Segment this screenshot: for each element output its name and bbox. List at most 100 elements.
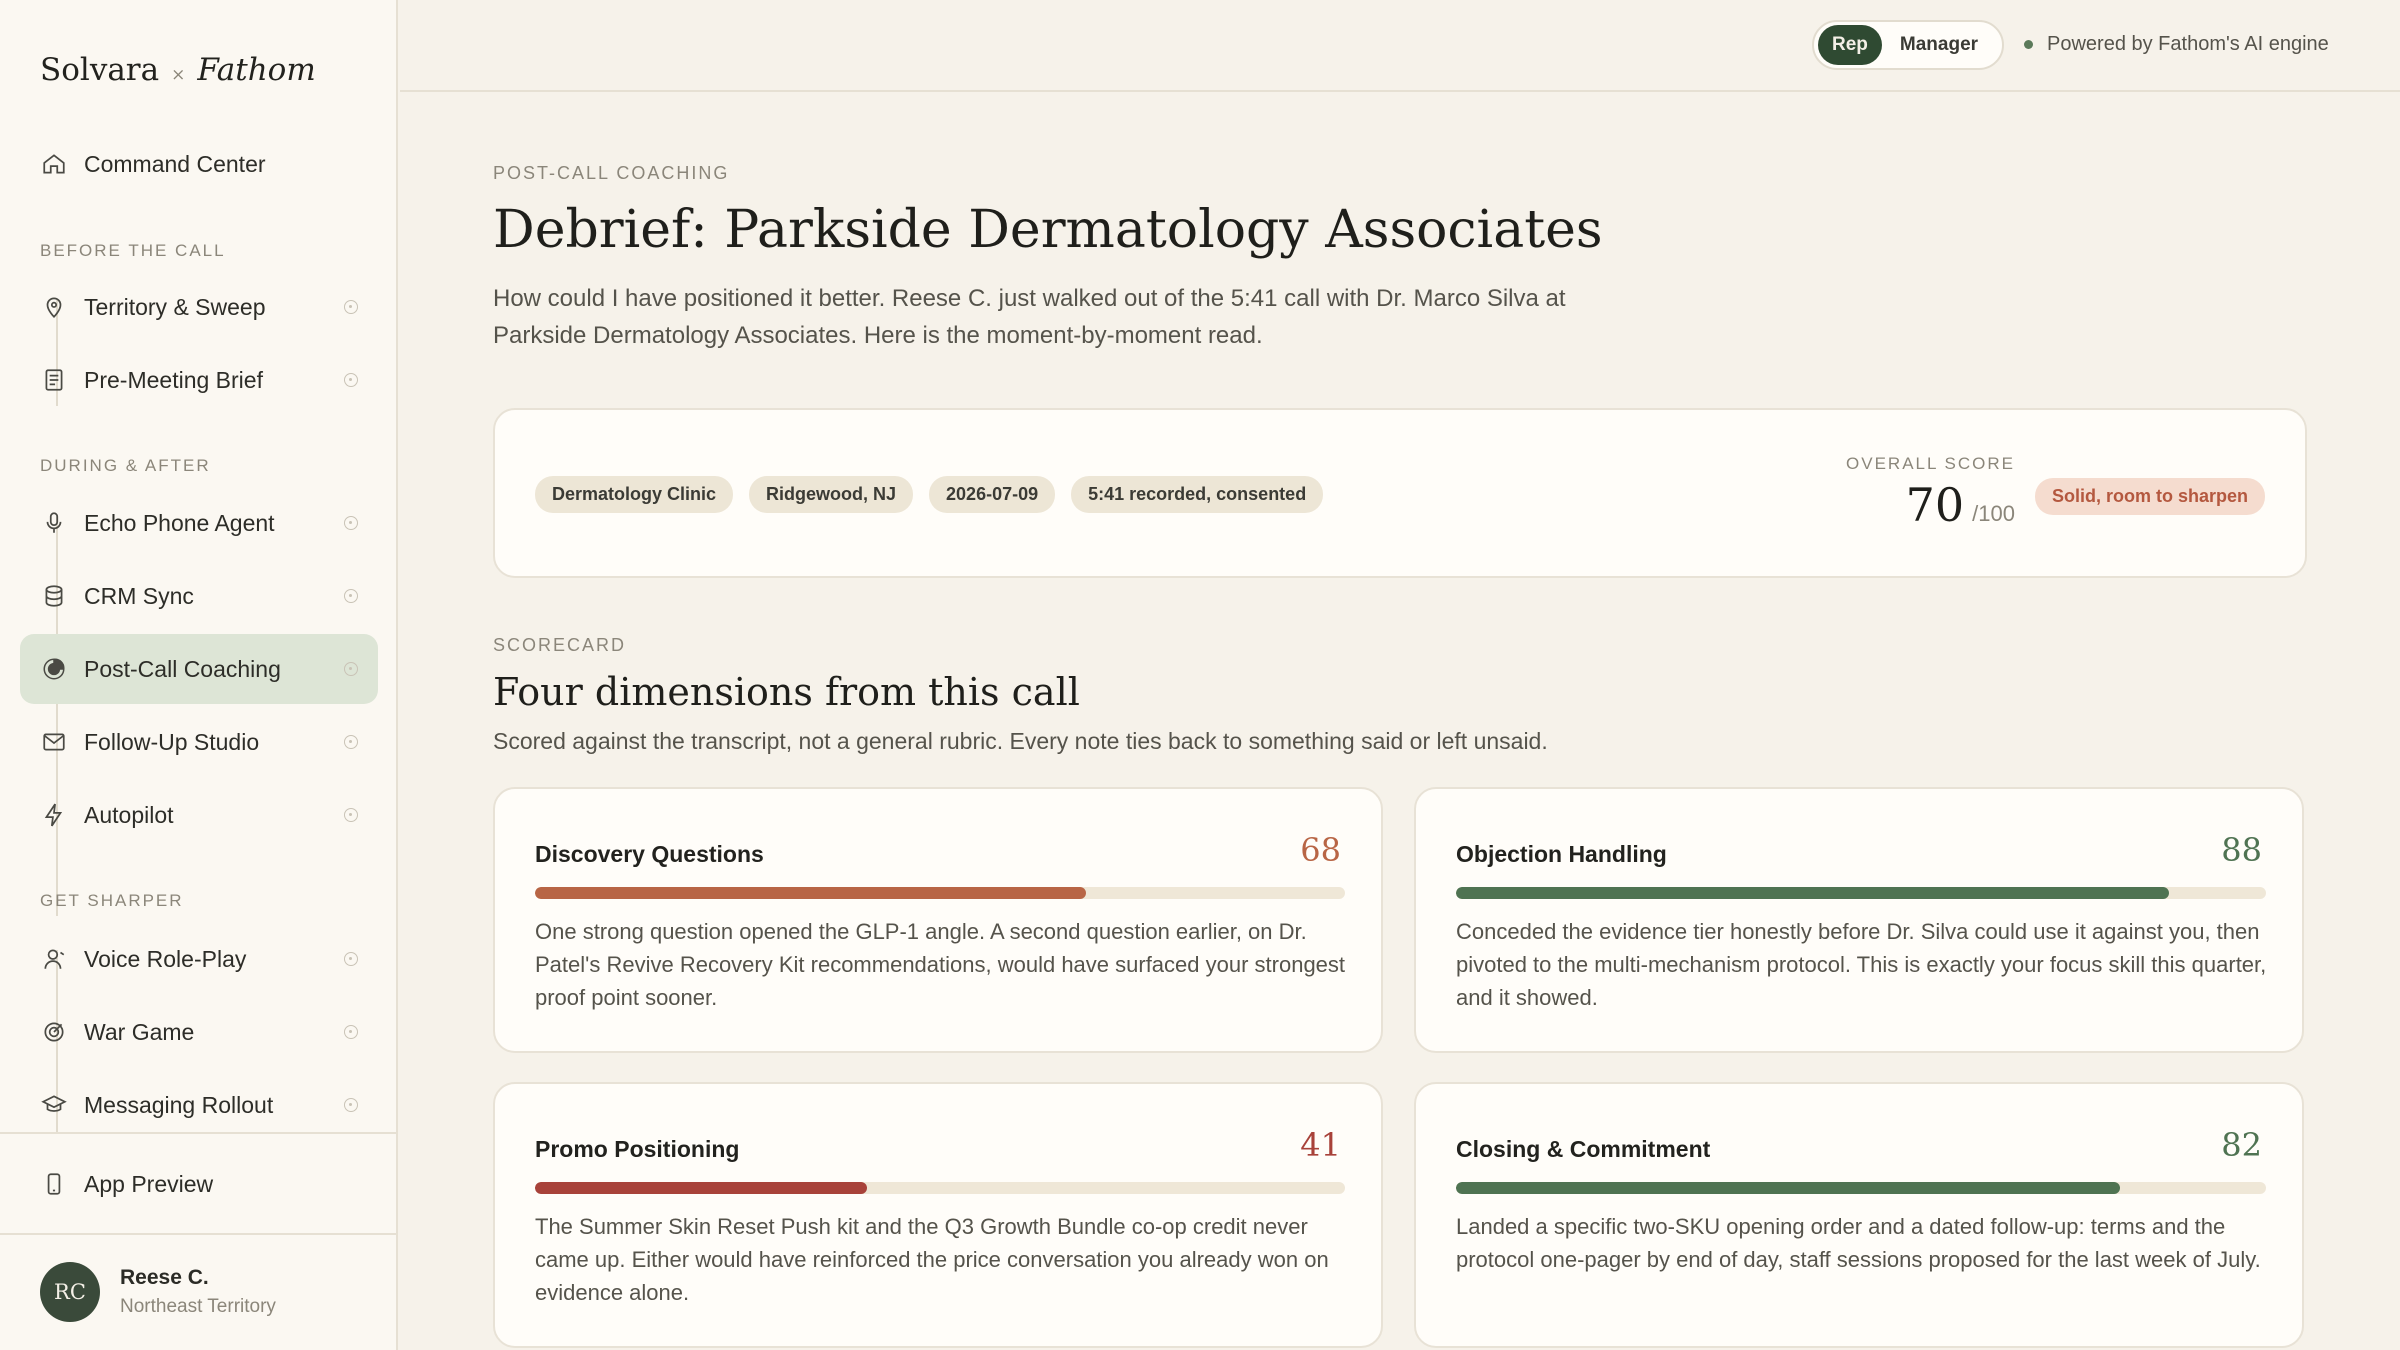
card-score: 88 <box>2221 831 2262 869</box>
score-card-discovery: Discovery Questions 68 One strong questi… <box>493 787 1383 1053</box>
sidebar-item-label: Voice Role-Play <box>84 945 247 972</box>
sidebar-item-post-call-coaching[interactable]: Post-Call Coaching <box>20 634 378 704</box>
avatar: RC <box>40 1262 100 1322</box>
card-score: 82 <box>2221 1126 2262 1164</box>
page-intro: How could I have positioned it better. R… <box>493 285 1566 349</box>
sidebar-divider <box>0 1132 398 1134</box>
chip-specialty: Dermatology Clinic <box>535 476 734 513</box>
brand-separator: × <box>171 65 186 85</box>
pie-chart-icon <box>40 655 68 683</box>
status-dot-icon <box>344 952 358 966</box>
chip-location: Ridgewood, NJ <box>749 476 914 513</box>
brand-name-solvara: Solvara <box>40 52 160 88</box>
sidebar-item-autopilot[interactable]: Autopilot <box>20 780 378 850</box>
document-icon <box>40 366 68 394</box>
sidebar-item-app-preview[interactable]: App Preview <box>20 1149 378 1219</box>
phone-icon <box>40 1170 68 1198</box>
score-card-objection: Objection Handling 88 Conceded the evide… <box>1414 787 2304 1053</box>
score-bar-fill <box>535 887 1086 899</box>
role-toggle-rep[interactable]: Rep <box>1818 25 1882 65</box>
status-dot-icon <box>344 735 358 749</box>
top-bar: Rep Manager Powered by Fathom's AI engin… <box>400 0 2400 92</box>
card-title: Objection Handling <box>1456 841 1667 867</box>
sidebar-divider <box>0 1233 398 1235</box>
status-dot-icon <box>344 1098 358 1112</box>
score-bar <box>535 1182 1345 1194</box>
sidebar-item-label: Territory & Sweep <box>84 293 266 320</box>
sidebar-item-follow-up-studio[interactable]: Follow-Up Studio <box>20 707 378 777</box>
scorecard-eyebrow: SCORECARD <box>493 635 627 655</box>
powered-by-text: Powered by Fathom's AI engine <box>2047 33 2329 55</box>
sidebar-item-messaging-rollout[interactable]: Messaging Rollout <box>20 1070 378 1140</box>
status-dot-icon <box>344 589 358 603</box>
card-body: Landed a specific two-SKU opening order … <box>1456 1214 2261 1272</box>
status-dot-icon <box>2024 40 2033 49</box>
role-toggle: Rep Manager <box>1812 20 2004 70</box>
user-profile[interactable]: RC Reese C. Northeast Territory <box>40 1262 276 1322</box>
sidebar-item-territory-sweep[interactable]: Territory & Sweep <box>20 272 378 342</box>
sidebar-item-command-center[interactable]: Command Center <box>20 129 378 199</box>
powered-by: Powered by Fathom's AI engine <box>2024 33 2329 56</box>
card-title: Closing & Commitment <box>1456 1136 1711 1162</box>
sidebar-item-echo-phone-agent[interactable]: Echo Phone Agent <box>20 488 378 558</box>
sidebar-item-label: Messaging Rollout <box>84 1091 274 1118</box>
sidebar-item-pre-meeting-brief[interactable]: Pre-Meeting Brief <box>20 345 378 415</box>
call-summary-card: Dermatology Clinic Ridgewood, NJ 2026-07… <box>493 408 2307 578</box>
role-toggle-manager[interactable]: Manager <box>1882 25 1996 65</box>
score-card-promo: Promo Positioning 41 The Summer Skin Res… <box>493 1082 1383 1348</box>
sidebar-item-label: App Preview <box>84 1170 214 1197</box>
page-title: Debrief: Parkside Dermatology Associates <box>493 200 1603 260</box>
section-label-get-sharper: GET SHARPER <box>40 891 184 910</box>
status-dot-icon <box>344 373 358 387</box>
sidebar-item-war-game[interactable]: War Game <box>20 997 378 1067</box>
score-bar <box>535 887 1345 899</box>
overall-score: 70 /100 <box>1906 478 2015 532</box>
score-bar-fill <box>1456 1182 2121 1194</box>
scorecard-title: Four dimensions from this call <box>493 670 1080 714</box>
overall-score-value: 70 <box>1905 478 1965 532</box>
section-label-before-call: BEFORE THE CALL <box>40 241 226 260</box>
sidebar-item-crm-sync[interactable]: CRM Sync <box>20 561 378 631</box>
mail-icon <box>40 728 68 756</box>
card-body: The Summer Skin Reset Push kit and the Q… <box>535 1214 1329 1305</box>
overall-score-max: /100 <box>1972 501 2015 526</box>
score-bar <box>1456 887 2266 899</box>
home-icon <box>40 150 68 178</box>
status-dot-icon <box>344 808 358 822</box>
user-name: Reese C. <box>120 1266 209 1289</box>
microphone-icon <box>40 509 68 537</box>
target-icon <box>40 1018 68 1046</box>
card-body: One strong question opened the GLP-1 ang… <box>535 919 1346 1010</box>
status-dot-icon <box>344 1025 358 1039</box>
status-badge: Solid, room to sharpen <box>2034 478 2265 515</box>
sidebar-item-label: Pre-Meeting Brief <box>84 366 263 393</box>
sidebar-item-label: War Game <box>84 1018 195 1045</box>
card-score: 41 <box>1300 1126 1341 1164</box>
bolt-icon <box>40 801 68 829</box>
sidebar-item-label: CRM Sync <box>84 582 194 609</box>
call-meta-chips: Dermatology Clinic Ridgewood, NJ 2026-07… <box>535 476 1324 513</box>
status-dot-icon <box>344 516 358 530</box>
sidebar-item-label: Echo Phone Agent <box>84 509 275 536</box>
sidebar-item-voice-role-play[interactable]: Voice Role-Play <box>20 924 378 994</box>
sidebar: Solvara × Fathom Command Center BEFORE THE… <box>0 0 398 1350</box>
chip-recording: 5:41 recorded, consented <box>1071 476 1324 513</box>
page-eyebrow: POST-CALL COACHING <box>493 163 730 183</box>
user-territory: Northeast Territory <box>120 1296 276 1317</box>
graduation-cap-icon <box>40 1091 68 1119</box>
status-dot-icon <box>344 662 358 676</box>
score-bar <box>1456 1182 2266 1194</box>
database-icon <box>40 582 68 610</box>
brand-logo[interactable]: Solvara × Fathom <box>40 52 316 88</box>
sidebar-item-label: Autopilot <box>84 801 174 828</box>
overall-score-label: OVERALL SCORE <box>1846 454 2015 473</box>
sidebar-item-label: Follow-Up Studio <box>84 728 260 755</box>
person-icon <box>40 945 68 973</box>
sidebar-item-label: Command Center <box>84 150 266 177</box>
score-bar-fill <box>1456 887 2169 899</box>
card-body: Conceded the evidence tier honestly befo… <box>1456 919 2267 1010</box>
card-title: Discovery Questions <box>535 841 764 867</box>
scorecard-subtitle: Scored against the transcript, not a gen… <box>493 728 1548 754</box>
card-score: 68 <box>1300 831 1341 869</box>
section-label-during-after: DURING & AFTER <box>40 456 211 475</box>
